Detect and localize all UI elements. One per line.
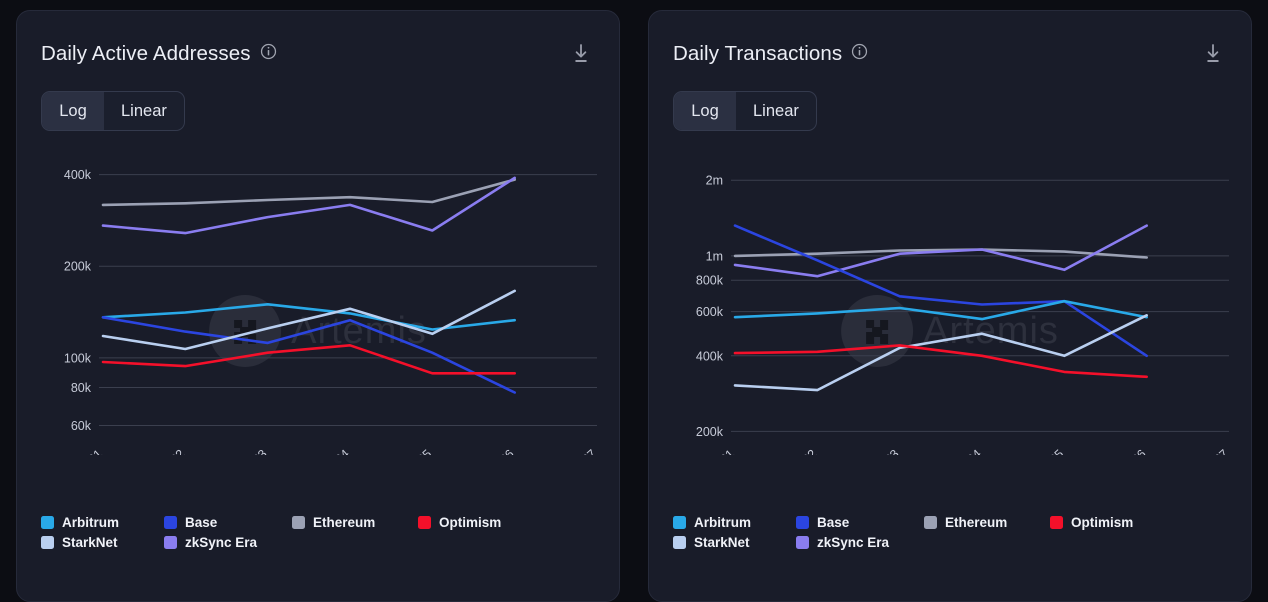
chart-area-left: Artemis 400k200k100k80k60k2023-08-212023… xyxy=(41,155,599,455)
svg-text:2023-08-25: 2023-08-25 xyxy=(377,447,434,455)
legend-left: Arbitrum Base Ethereum Optimism StarkNet… xyxy=(41,515,595,555)
legend-swatch-icon xyxy=(164,516,177,529)
page-title: Daily Transactions xyxy=(673,42,843,65)
legend-label: Arbitrum xyxy=(62,515,119,530)
card-header: Daily Active Addresses xyxy=(41,37,595,71)
svg-text:1m: 1m xyxy=(706,249,723,263)
svg-text:2023-08-26: 2023-08-26 xyxy=(460,447,517,455)
legend-row-1: Arbitrum Base Ethereum Optimism xyxy=(41,515,595,530)
legend-item-zksync-era[interactable]: zkSync Era xyxy=(164,535,292,550)
legend-swatch-icon xyxy=(41,516,54,529)
svg-text:800k: 800k xyxy=(696,274,724,288)
legend-item-optimism[interactable]: Optimism xyxy=(418,515,501,530)
dashboard-root: Daily Active Addresses Log Linear Artemi… xyxy=(0,0,1268,602)
svg-text:2023-08-22: 2023-08-22 xyxy=(762,447,819,455)
svg-text:2m: 2m xyxy=(706,174,723,188)
legend-label: Optimism xyxy=(439,515,502,530)
legend-label: Arbitrum xyxy=(694,515,751,530)
legend-label: StarkNet xyxy=(694,535,750,550)
legend-label: Ethereum xyxy=(313,515,376,530)
title-wrap: Daily Active Addresses xyxy=(41,42,277,66)
legend-item-base[interactable]: Base xyxy=(164,515,292,530)
legend-swatch-icon xyxy=(292,516,305,529)
toggle-option-linear[interactable]: Linear xyxy=(104,92,184,130)
legend-label: StarkNet xyxy=(62,535,118,550)
legend-swatch-icon xyxy=(673,516,686,529)
legend-label: Optimism xyxy=(1071,515,1134,530)
svg-text:80k: 80k xyxy=(71,381,92,395)
svg-text:400k: 400k xyxy=(696,349,724,363)
legend-label: Base xyxy=(185,515,218,530)
legend-swatch-icon xyxy=(418,516,431,529)
svg-text:2023-08-25: 2023-08-25 xyxy=(1009,447,1066,455)
svg-text:2023-08-24: 2023-08-24 xyxy=(295,447,352,455)
legend-label: zkSync Era xyxy=(185,535,258,550)
download-icon[interactable] xyxy=(567,40,595,68)
page-title: Daily Active Addresses xyxy=(41,42,251,65)
svg-text:2023-08-23: 2023-08-23 xyxy=(845,447,902,455)
legend-swatch-icon xyxy=(673,536,686,549)
legend-item-starknet[interactable]: StarkNet xyxy=(673,535,796,550)
legend-item-arbitrum[interactable]: Arbitrum xyxy=(673,515,796,530)
svg-text:2023-08-22: 2023-08-22 xyxy=(130,447,187,455)
download-icon[interactable] xyxy=(1199,40,1227,68)
legend-swatch-icon xyxy=(796,516,809,529)
line-chart-left[interactable]: 400k 200k 100k 80k 60k 2023-08-21 2023-08-22 20… xyxy=(41,155,613,455)
legend-item-zksync-era[interactable]: zkSync Era xyxy=(796,535,924,550)
toggle-option-linear[interactable]: Linear xyxy=(736,92,816,130)
legend-row-1: Arbitrum Base Ethereum Optimism xyxy=(673,515,1227,530)
info-circle-icon[interactable] xyxy=(260,43,277,65)
svg-text:2023-08-26: 2023-08-26 xyxy=(1092,447,1149,455)
svg-text:100k: 100k xyxy=(64,351,92,365)
svg-text:2023-08-27: 2023-08-27 xyxy=(542,447,599,455)
svg-text:2023-08-21: 2023-08-21 xyxy=(680,447,737,455)
legend-label: zkSync Era xyxy=(817,535,890,550)
svg-text:600k: 600k xyxy=(696,305,724,319)
legend-item-ethereum[interactable]: Ethereum xyxy=(292,515,418,530)
legend-swatch-icon xyxy=(1050,516,1063,529)
scale-toggle-right[interactable]: Log Linear xyxy=(673,91,817,131)
legend-swatch-icon xyxy=(164,536,177,549)
legend-item-ethereum[interactable]: Ethereum xyxy=(924,515,1050,530)
legend-swatch-icon xyxy=(924,516,937,529)
svg-text:200k: 200k xyxy=(696,425,724,439)
svg-text:200k: 200k xyxy=(64,260,92,274)
legend-item-base[interactable]: Base xyxy=(796,515,924,530)
legend-row-2: StarkNet zkSync Era xyxy=(673,535,1227,550)
card-header: Daily Transactions xyxy=(673,37,1227,71)
card-daily-transactions: Daily Transactions Log Linear Artemis 2m… xyxy=(648,10,1252,602)
legend-label: Base xyxy=(817,515,850,530)
legend-row-2: StarkNet zkSync Era xyxy=(41,535,595,550)
chart-area-right: Artemis 2m1m800k600k400k200k2023-08-2120… xyxy=(673,155,1231,455)
toggle-option-log[interactable]: Log xyxy=(42,92,104,130)
svg-text:60k: 60k xyxy=(71,419,92,433)
legend-swatch-icon xyxy=(796,536,809,549)
svg-text:2023-08-24: 2023-08-24 xyxy=(927,447,984,455)
card-daily-active-addresses: Daily Active Addresses Log Linear Artemi… xyxy=(16,10,620,602)
scale-toggle-left[interactable]: Log Linear xyxy=(41,91,185,131)
line-chart-right[interactable]: 2m 1m 800k 600k 400k 200k 2023-08-21 2023-08-22… xyxy=(673,155,1245,455)
svg-text:2023-08-21: 2023-08-21 xyxy=(48,447,105,455)
toggle-option-log[interactable]: Log xyxy=(674,92,736,130)
legend-swatch-icon xyxy=(41,536,54,549)
svg-text:400k: 400k xyxy=(64,168,92,182)
svg-text:2023-08-23: 2023-08-23 xyxy=(213,447,270,455)
legend-item-starknet[interactable]: StarkNet xyxy=(41,535,164,550)
legend-item-optimism[interactable]: Optimism xyxy=(1050,515,1133,530)
svg-text:2023-08-27: 2023-08-27 xyxy=(1174,447,1231,455)
info-circle-icon[interactable] xyxy=(851,43,868,65)
legend-item-arbitrum[interactable]: Arbitrum xyxy=(41,515,164,530)
title-wrap: Daily Transactions xyxy=(673,42,868,66)
legend-label: Ethereum xyxy=(945,515,1008,530)
legend-right: Arbitrum Base Ethereum Optimism StarkNet… xyxy=(673,515,1227,555)
